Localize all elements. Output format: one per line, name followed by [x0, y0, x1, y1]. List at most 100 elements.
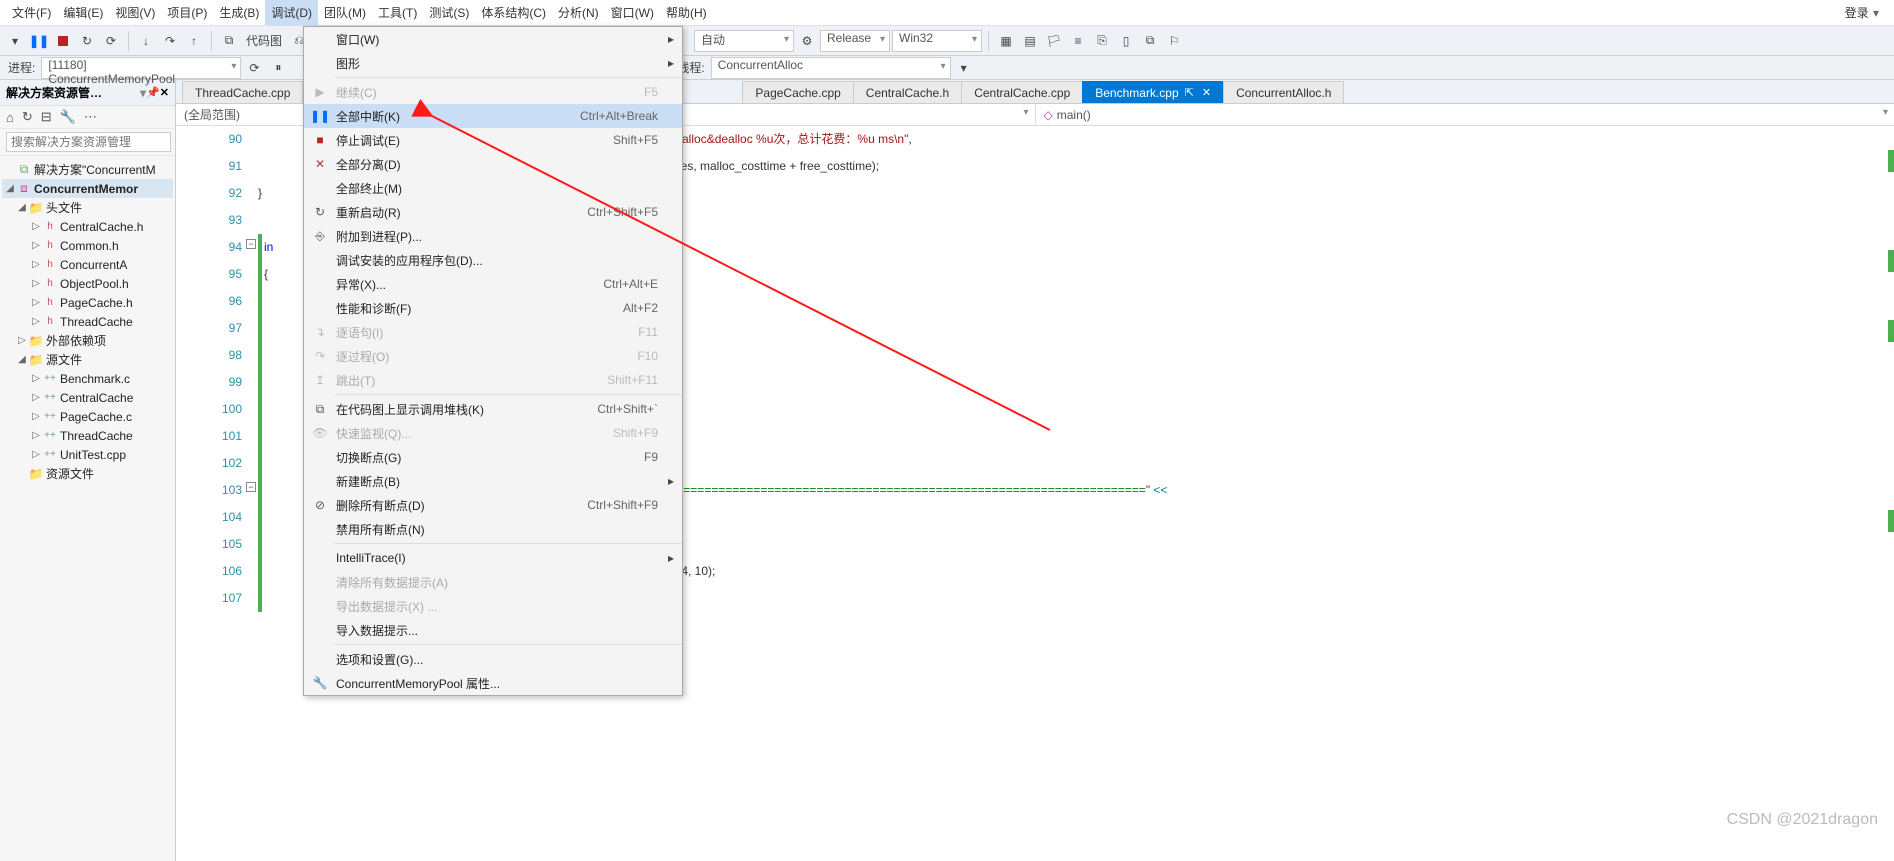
menu-item[interactable]: 导入数据提示... — [304, 618, 682, 642]
menu-item[interactable]: 新建断点(B)▸ — [304, 469, 682, 493]
process-select[interactable]: [11180] ConcurrentMemoryPool… — [41, 57, 241, 79]
stop-button[interactable] — [52, 30, 74, 52]
menu-item[interactable]: 🔧ConcurrentMemoryPool 属性... — [304, 671, 682, 695]
refresh-button[interactable]: ⟳ — [100, 30, 122, 52]
menu-item[interactable]: 异常(X)...Ctrl+Alt+E — [304, 272, 682, 296]
menu-arch[interactable]: 体系结构(C) — [475, 0, 552, 25]
tb-icon-1[interactable]: ▦ — [995, 30, 1017, 52]
platform-select[interactable]: Win32 — [892, 30, 982, 52]
menu-shortcut: Ctrl+Shift+` — [597, 402, 662, 416]
tb-icon-2[interactable]: ▤ — [1019, 30, 1041, 52]
tab-centralcache-cpp[interactable]: CentralCache.cpp — [961, 81, 1083, 103]
pin-icon[interactable]: 📌 — [146, 86, 160, 99]
file-header[interactable]: ▷hPageCache.h — [2, 293, 173, 312]
menu-tools[interactable]: 工具(T) — [372, 0, 423, 25]
folder-headers[interactable]: ◢📁头文件 — [2, 198, 173, 217]
auto-select[interactable]: 自动 — [694, 30, 794, 52]
file-header[interactable]: ▷hCentralCache.h — [2, 217, 173, 236]
login-button[interactable]: 登录 ▾ — [1837, 0, 1888, 25]
tab-pagecache[interactable]: PageCache.cpp — [742, 81, 853, 103]
menu-item[interactable]: ■停止调试(E)Shift+F5 — [304, 128, 682, 152]
tb-icon-3[interactable]: 🏳 — [1043, 30, 1065, 52]
menu-view[interactable]: 视图(V) — [109, 0, 161, 25]
more-icon[interactable]: ⋯ — [84, 109, 97, 125]
menu-item[interactable]: 窗口(W)▸ — [304, 27, 682, 51]
tb-icon-6[interactable]: ▯ — [1115, 30, 1137, 52]
menu-help[interactable]: 帮助(H) — [660, 0, 713, 25]
fold-icon[interactable]: − — [246, 239, 256, 249]
menu-analyze[interactable]: 分析(N) — [552, 0, 605, 25]
file-source[interactable]: ▷++PageCache.c — [2, 407, 173, 426]
menu-item[interactable]: 全部终止(M) — [304, 176, 682, 200]
menu-label: 导入数据提示... — [332, 622, 658, 639]
folder-sources[interactable]: ◢📁源文件 — [2, 350, 173, 369]
menu-item[interactable]: ↻重新启动(R)Ctrl+Shift+F5 — [304, 200, 682, 224]
process-pause-icon[interactable]: ⏸ — [267, 57, 289, 79]
file-header[interactable]: ▷hObjectPool.h — [2, 274, 173, 293]
method-select[interactable]: ◇main() — [1036, 104, 1894, 125]
tab-concurrentalloc[interactable]: ConcurrentAlloc.h — [1223, 81, 1344, 103]
step-out-icon[interactable]: ↑ — [183, 30, 205, 52]
folder-extern[interactable]: ▷📁外部依赖项 — [2, 331, 173, 350]
tab-centralcache-h[interactable]: CentralCache.h — [853, 81, 962, 103]
menu-item[interactable]: IntelliTrace(I)▸ — [304, 546, 682, 570]
folder-resources[interactable]: ▷📁资源文件 — [2, 464, 173, 483]
menu-debug[interactable]: 调试(D) — [265, 0, 318, 25]
search-input[interactable] — [6, 132, 171, 152]
restart-button[interactable]: ↻ — [76, 30, 98, 52]
menu-test[interactable]: 测试(S) — [423, 0, 475, 25]
file-source[interactable]: ▷++Benchmark.c — [2, 369, 173, 388]
step-into-icon[interactable]: ↓ — [135, 30, 157, 52]
solution-node[interactable]: ▷⧉解决方案"ConcurrentM — [2, 160, 173, 179]
collapse-icon[interactable]: ⊟ — [41, 109, 52, 125]
props-icon[interactable]: 🔧 — [60, 109, 76, 125]
pause-button[interactable]: ❚❚ — [28, 30, 50, 52]
file-header[interactable]: ▷hThreadCache — [2, 312, 173, 331]
file-source[interactable]: ▷++ThreadCache — [2, 426, 173, 445]
menu-build[interactable]: 生成(B) — [213, 0, 265, 25]
tb-icon-7[interactable]: ⧉ — [1139, 30, 1161, 52]
menu-team[interactable]: 团队(M) — [318, 0, 372, 25]
menu-item[interactable]: ❚❚全部中断(K)Ctrl+Alt+Break — [304, 104, 682, 128]
tab-threadcache[interactable]: ThreadCache.cpp — [182, 81, 303, 103]
close-icon[interactable]: ✕ — [160, 86, 169, 99]
file-source[interactable]: ▷++CentralCache — [2, 388, 173, 407]
menu-window[interactable]: 窗口(W) — [605, 0, 660, 25]
menu-file[interactable]: 文件(F) — [6, 0, 57, 25]
menu-item[interactable]: 调试安装的应用程序包(D)... — [304, 248, 682, 272]
file-header[interactable]: ▷hCommon.h — [2, 236, 173, 255]
menu-item[interactable]: ⊘删除所有断点(D)Ctrl+Shift+F9 — [304, 493, 682, 517]
file-source[interactable]: ▷++UnitTest.cpp — [2, 445, 173, 464]
menu-item[interactable]: 性能和诊断(F)Alt+F2 — [304, 296, 682, 320]
codemap-icon[interactable]: ⧉ — [218, 30, 240, 52]
toolbar-dropdown-icon[interactable]: ▾ — [4, 30, 26, 52]
menu-item[interactable]: ✕全部分离(D) — [304, 152, 682, 176]
thread-dd-icon[interactable]: ▾ — [953, 57, 975, 79]
menu-item[interactable]: 图形▸ — [304, 51, 682, 75]
home-icon[interactable]: ⌂ — [6, 110, 14, 125]
tb-icon-4[interactable]: ≡ — [1067, 30, 1089, 52]
config-select[interactable]: Release — [820, 30, 890, 52]
tb-icon-5[interactable]: ⎘ — [1091, 30, 1113, 52]
tb-icon-8[interactable]: ⚐ — [1163, 30, 1185, 52]
menu-label: 附加到进程(P)... — [332, 228, 658, 245]
project-node[interactable]: ◢⧈ConcurrentMemor — [2, 179, 173, 198]
thread-select[interactable]: ConcurrentAlloc — [711, 57, 951, 79]
menu-project[interactable]: 项目(P) — [161, 0, 213, 25]
step-over-icon[interactable]: ↷ — [159, 30, 181, 52]
tab-benchmark[interactable]: Benchmark.cpp⇱✕ — [1082, 81, 1224, 103]
file-header[interactable]: ▷hConcurrentA — [2, 255, 173, 274]
fold-icon[interactable]: − — [246, 482, 256, 492]
toolbar-gear-icon[interactable]: ⚙ — [796, 30, 818, 52]
menu-edit[interactable]: 编辑(E) — [57, 0, 109, 25]
process-refresh-icon[interactable]: ⟳ — [243, 57, 265, 79]
menu-item[interactable]: 切换断点(G)F9 — [304, 445, 682, 469]
menu-item[interactable]: ⧉在代码图上显示调用堆栈(K)Ctrl+Shift+` — [304, 397, 682, 421]
pin-icon[interactable]: ⇱ — [1185, 86, 1194, 99]
menu-item[interactable]: 选项和设置(G)... — [304, 647, 682, 671]
refresh-icon[interactable]: ↻ — [22, 109, 33, 125]
close-icon[interactable]: ✕ — [1202, 86, 1211, 99]
menu-item[interactable]: ⎆附加到进程(P)... — [304, 224, 682, 248]
menu-label: ConcurrentMemoryPool 属性... — [332, 675, 658, 692]
menu-item[interactable]: 禁用所有断点(N) — [304, 517, 682, 541]
